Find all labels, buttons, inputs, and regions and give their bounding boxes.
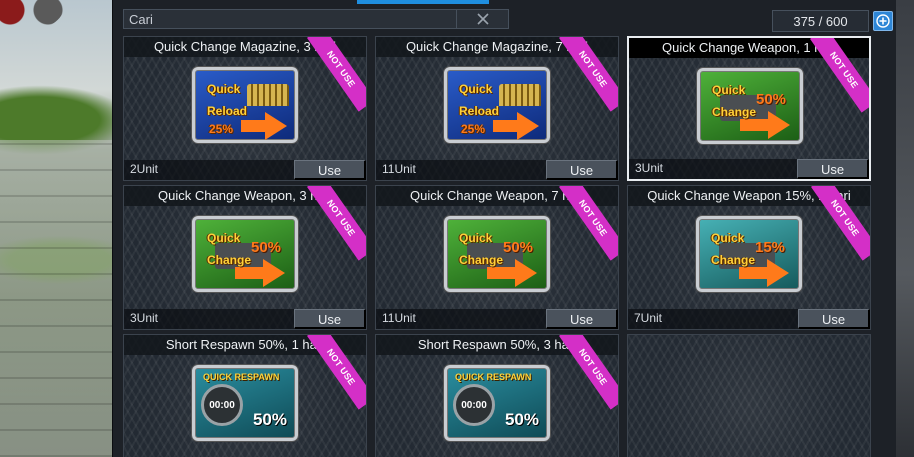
icon-label: 15% [755,239,786,256]
quick-change-icon: Quick Change 50% [444,216,550,292]
use-button[interactable]: Use [797,159,869,179]
bullets-graphic [499,84,541,106]
arrow-graphic [515,259,537,287]
unit-count: 2Unit [130,162,159,176]
arrow-shaft [740,119,770,131]
arrow-shaft [235,267,265,279]
icon-label: Reload [207,104,248,118]
unit-count: 11Unit [382,162,416,176]
arrow-shaft [241,120,267,132]
icon-label: QUICK RESPAWN [203,372,280,382]
item-card[interactable]: Quick Change Weapon 15%, 1 hari NOT USE … [627,185,871,330]
icon-label: Change [459,253,504,267]
icon-label: 50% [756,91,787,108]
icon-label: Quick [459,231,493,245]
arrow-shaft [487,267,517,279]
arrow-shaft [493,120,519,132]
close-icon [476,13,489,25]
stopwatch-icon: 00:00 [201,384,243,426]
icon-label: QUICK RESPAWN [455,372,532,382]
item-card-selected[interactable]: Quick Change Weapon, 1 hari NOT USE Quic… [627,36,871,181]
item-card[interactable]: Quick Change Weapon, 7 hari NOT USE Quic… [375,185,619,330]
arrow-graphic [263,259,285,287]
icon-label: Quick [712,83,746,97]
clear-search-button[interactable] [456,10,508,28]
arrow-graphic [517,112,539,140]
icon-label: 25% [209,122,234,136]
unit-count: 3Unit [130,311,159,325]
use-button[interactable]: Use [294,160,366,180]
background-stone-wall [0,140,115,457]
use-button[interactable]: Use [798,309,870,329]
bullets-graphic [247,84,289,106]
inventory-count: 375 / 600 [772,10,869,32]
unit-count: 11Unit [382,311,416,325]
use-button[interactable]: Use [546,160,618,180]
quick-reload-icon: Quick Reload 25% [444,67,550,143]
item-card[interactable]: Short Respawn 50%, 1 hari NOT USE QUICK … [123,334,367,457]
search-input[interactable] [124,10,456,28]
unit-count: 7Unit [634,311,663,325]
use-button[interactable]: Use [294,309,366,329]
arrow-shaft [739,267,769,279]
icon-label: Reload [459,104,500,118]
icon-label: Change [207,253,252,267]
icon-label: 50% [504,410,539,429]
icon-label: Quick [207,82,241,96]
icon-label: Change [712,105,757,119]
icon-label: 25% [461,122,486,136]
icon-label: Quick [459,82,493,96]
arrow-graphic [768,111,790,139]
inventory-panel: 375 / 600 Quick Change Magazine, 3 hari … [112,0,896,457]
quick-respawn-icon: QUICK RESPAWN 00:00 50% [444,365,550,441]
quick-respawn-icon: QUICK RESPAWN 00:00 50% [192,365,298,441]
icon-label: 50% [251,239,282,256]
quick-change-icon: Quick Change 50% [192,216,298,292]
plus-icon [876,14,890,28]
search-bar [123,9,509,29]
icon-label: Quick [207,231,241,245]
icon-label: Quick [711,231,745,245]
arrow-graphic [767,259,789,287]
stopwatch-icon: 00:00 [453,384,495,426]
item-card[interactable]: Quick Change Weapon, 3 hari NOT USE Quic… [123,185,367,330]
icon-label: 50% [503,239,534,256]
item-card[interactable]: Short Respawn 50%, 3 hari NOT USE QUICK … [375,334,619,457]
item-card[interactable]: Quick Change Magazine, 3 hari NOT USE Qu… [123,36,367,181]
quick-change-icon: Quick Change 50% [697,68,803,144]
active-tab-indicator[interactable] [357,0,489,4]
expand-inventory-button[interactable] [873,11,893,31]
arrow-graphic [265,112,287,140]
use-button[interactable]: Use [546,309,618,329]
icon-label: 50% [252,410,287,429]
unit-count: 3Unit [635,161,664,175]
icon-label: Change [711,253,756,267]
quick-change-icon: Quick Change 15% [696,216,802,292]
quick-reload-icon: Quick Reload 25% [192,67,298,143]
item-card[interactable]: Quick Change Magazine, 7 hari NOT USE Qu… [375,36,619,181]
empty-slot [627,334,871,457]
